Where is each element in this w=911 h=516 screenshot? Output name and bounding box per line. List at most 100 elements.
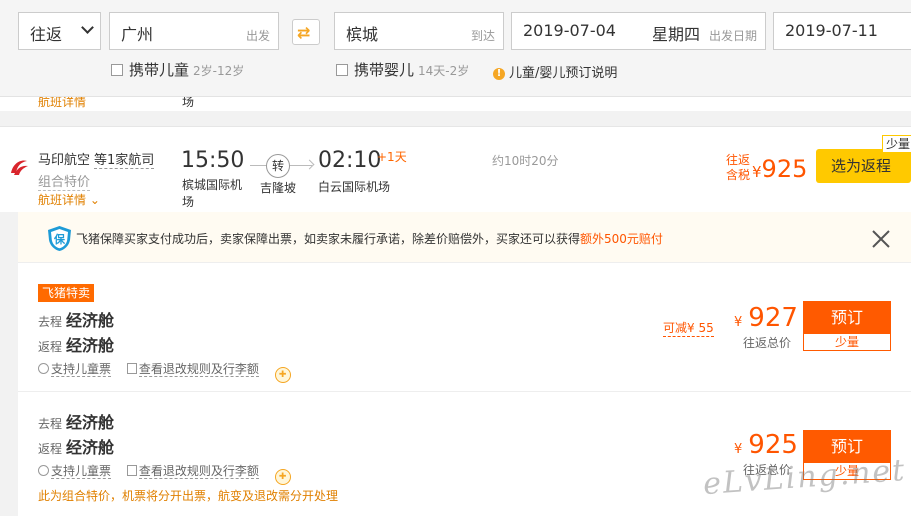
coin-icon[interactable]: ✚ — [274, 367, 291, 383]
cabin-features: 支持儿童票 查看退改规则及行李额 ✚ — [38, 360, 291, 383]
child-ticket-icon — [38, 363, 49, 374]
arrival-airport: 白云国际机场 — [318, 180, 391, 194]
currency-symbol: ¥ — [734, 442, 743, 457]
cabin-option-2: 去程 经济舱 返程 经济舱 支持儿童票 查看退改规则及行李额 ✚ 此为组合特价，机票… — [18, 391, 911, 516]
flight-price: ¥925 — [752, 155, 807, 183]
guarantee-text-main: 飞猪保障买家支付成功后，卖家保障出票，如卖家未履行承诺，除差价赔偿外，买家还可以… — [76, 232, 581, 246]
arrival-time: 02:10 — [318, 148, 382, 173]
depart-weekday: 星期四 — [652, 25, 701, 44]
flight-row[interactable]: 马印航空 等1家航司 组合特价 航班详情 ⌄ 15:50 槟城国际机场 转 吉隆坡… — [0, 126, 911, 212]
transfer-badge: 转 — [266, 154, 290, 178]
price-label-roundtrip: 往返 — [726, 153, 751, 167]
currency-symbol: ¥ — [734, 315, 743, 330]
child-range: 2岁-12岁 — [193, 64, 245, 78]
prev-airport-tail: 场 — [182, 97, 195, 109]
currency-symbol: ¥ — [752, 163, 762, 181]
child-ticket-link[interactable]: 支持儿童票 — [51, 464, 112, 479]
child-option[interactable]: 携带儿童 2岁-12岁 — [111, 59, 244, 80]
more-airlines-link[interactable]: 等1家航司 — [94, 153, 155, 169]
from-hint: 出发 — [245, 29, 270, 43]
from-city-input[interactable]: 广州 出发 — [109, 12, 279, 50]
outbound-class: 经济舱 — [66, 413, 115, 432]
cabin-features: 支持儿童票 查看退改规则及行李额 ✚ — [38, 462, 291, 485]
depart-date-value: 2019-07-04 — [523, 21, 616, 40]
child-ticket-icon — [38, 465, 49, 476]
departure-airport: 槟城国际机场 — [182, 178, 243, 209]
swap-cities-button[interactable]: ⇄ — [292, 19, 320, 45]
coin-icon[interactable]: ✚ — [274, 469, 291, 485]
close-icon[interactable] — [870, 228, 892, 250]
chevron-down-icon — [81, 21, 94, 34]
rules-icon — [126, 363, 137, 374]
chevron-down-icon: ⌄ — [89, 193, 100, 207]
discount-label[interactable]: 可减¥ 55 — [663, 319, 714, 337]
child-checkbox[interactable] — [111, 64, 123, 76]
refund-rules-link[interactable]: 查看退改规则及行李额 — [138, 464, 259, 479]
cabin-price: ¥925 — [734, 430, 798, 460]
return-date-input[interactable]: 2019-07-11 — [773, 12, 911, 50]
rules-icon — [126, 465, 137, 476]
airline-label: 马印航空 — [38, 153, 91, 168]
cabin-price-value: 927 — [748, 303, 798, 333]
special-sale-tag: 飞猪特卖 — [38, 284, 95, 302]
infant-label: 携带婴儿 — [354, 61, 415, 79]
return-label: 返程 — [38, 340, 63, 354]
trip-type-select[interactable]: 往返 — [18, 12, 101, 50]
guarantee-text: 飞猪保障买家支付成功后，卖家保障出票，如卖家未履行承诺，除差价赔偿外，买家还可以… — [76, 230, 663, 247]
cabin-price: ¥927 — [734, 303, 798, 333]
child-label: 携带儿童 — [129, 61, 190, 79]
outbound-class: 经济舱 — [66, 311, 115, 330]
previous-flight-row: 航班详情 场 — [0, 97, 911, 111]
shield-char: 保 — [53, 232, 66, 246]
flight-price-value: 925 — [761, 155, 808, 183]
return-cabin: 返程 经济舱 — [38, 332, 114, 356]
return-date-value: 2019-07-11 — [785, 21, 878, 40]
flight-details-link[interactable]: 航班详情 ⌄ — [38, 191, 100, 208]
few-seats-label: 少量 — [804, 334, 890, 350]
return-class: 经济舱 — [66, 336, 115, 355]
outbound-cabin: 去程 经济舱 — [38, 409, 114, 433]
to-city-value: 槟城 — [346, 25, 379, 44]
from-city-value: 广州 — [121, 25, 154, 44]
guarantee-highlight: 额外500元赔付 — [580, 232, 663, 246]
book-button-label: 预订 — [804, 302, 890, 334]
return-cabin: 返程 经济舱 — [38, 434, 114, 458]
depart-date-input[interactable]: 2019-07-04 星期四 出发日期 — [511, 12, 766, 50]
kid-note-label: 儿童/婴儿预订说明 — [509, 66, 618, 81]
book-button[interactable]: 预订 少量 — [803, 301, 891, 351]
return-class: 经济舱 — [66, 438, 115, 457]
combo-ticket-note: 此为组合特价，机票将分开出票，航变及退改需分开处理 — [38, 489, 339, 503]
select-return-button[interactable]: 选为返程 — [816, 149, 911, 183]
price-label: 往返 含税 — [726, 153, 750, 183]
outbound-label: 去程 — [38, 417, 63, 431]
trip-type-value: 往返 — [30, 25, 63, 44]
search-bar: 往返 广州 出发 ⇄ 槟城 到达 2019-07-04 星期四 出发日期 201… — [0, 0, 911, 97]
combo-price-tag[interactable]: 组合特价 — [38, 171, 91, 191]
outbound-label: 去程 — [38, 315, 63, 329]
return-label: 返程 — [38, 442, 63, 456]
depart-hint: 出发日期 — [708, 29, 757, 43]
airline-logo-icon — [8, 156, 30, 178]
to-hint: 到达 — [470, 29, 495, 43]
stopover-city: 吉隆坡 — [260, 181, 297, 195]
prev-flight-details-link[interactable]: 航班详情 — [38, 97, 86, 110]
price-label-tax: 含税 — [726, 168, 751, 182]
kid-booking-note-link[interactable]: ! 儿童/婴儿预订说明 — [493, 62, 617, 81]
arrow-right-icon — [304, 159, 315, 170]
cabin-option-1: 飞猪特卖 去程 经济舱 返程 经济舱 支持儿童票 查看退改规则及行李额 ✚ 可减¥ … — [18, 262, 911, 391]
child-ticket-link[interactable]: 支持儿童票 — [51, 362, 112, 377]
refund-rules-link[interactable]: 查看退改规则及行李额 — [138, 362, 259, 377]
outbound-cabin: 去程 经济舱 — [38, 307, 114, 331]
to-city-input[interactable]: 槟城 到达 — [334, 12, 504, 50]
total-price-label: 往返总价 — [743, 336, 792, 350]
infant-option[interactable]: 携带婴儿 14天-2岁 — [336, 59, 469, 80]
few-seats-tag: 少量 — [882, 135, 911, 153]
swap-icon: ⇄ — [297, 23, 311, 42]
info-icon: ! — [493, 68, 505, 80]
guarantee-shield-icon: 保 — [48, 226, 71, 251]
flight-duration: 约10时20分 — [492, 154, 559, 168]
infant-range: 14天-2岁 — [418, 64, 470, 78]
infant-checkbox[interactable] — [336, 64, 348, 76]
departure-time: 15:50 — [181, 148, 245, 173]
cabin-price-value: 925 — [748, 430, 798, 460]
